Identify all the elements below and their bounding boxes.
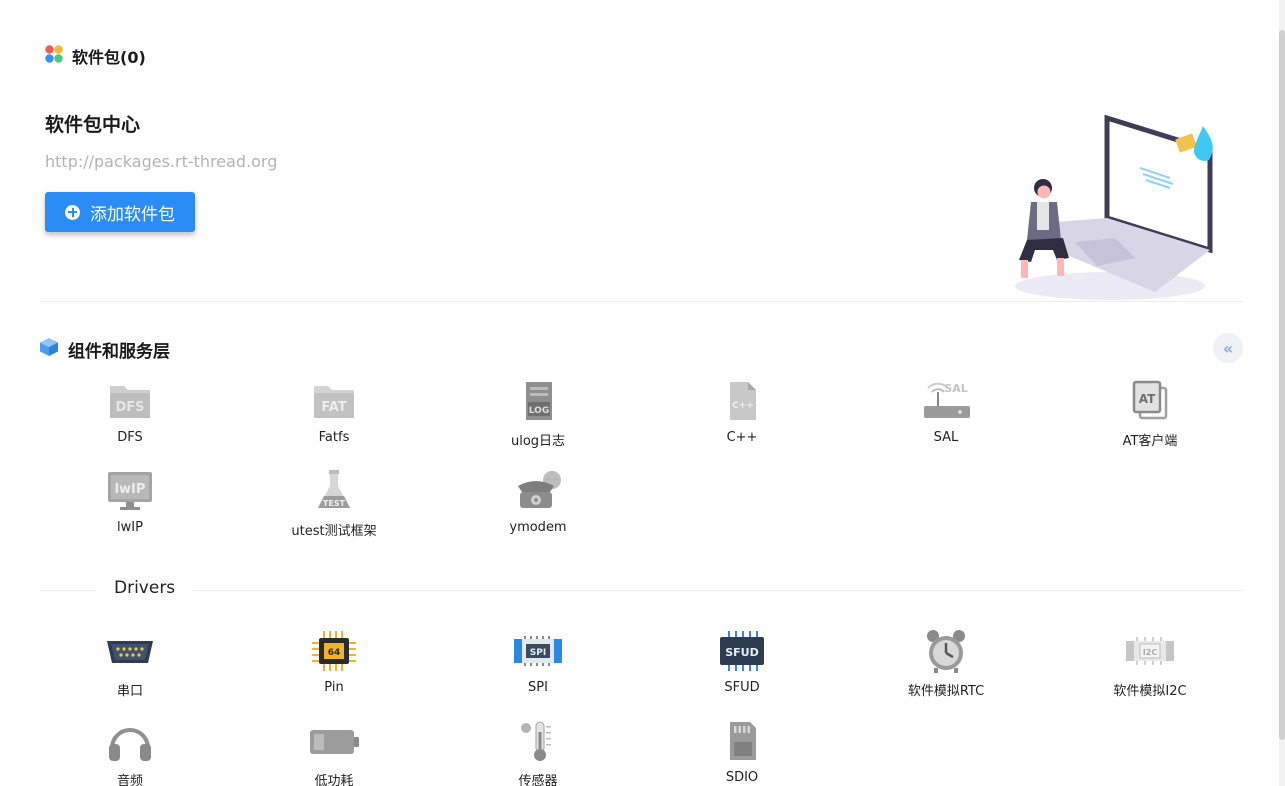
add-package-button[interactable]: 添加软件包 [45, 192, 195, 232]
svg-text:DFS: DFS [115, 400, 144, 415]
svg-text:LOG: LOG [529, 406, 549, 416]
driver-item-spi[interactable]: SPI SPI [436, 624, 640, 714]
driver-item-sdio[interactable]: SDIO [640, 714, 844, 786]
svg-text:SFUD: SFUD [725, 646, 759, 659]
cube-icon [38, 336, 60, 362]
component-item-label: DFS [117, 430, 143, 445]
scrollbar-thumb[interactable] [1279, 30, 1285, 740]
component-item-ymodem[interactable]: ymodem [436, 464, 640, 554]
section-divider [40, 301, 1243, 302]
component-item-sal[interactable]: SAL SAL [844, 374, 1048, 464]
sd-card-icon [714, 714, 770, 768]
package-center-title: 软件包中心 [45, 114, 141, 136]
component-item-fatfs[interactable]: FAT Fatfs [232, 374, 436, 464]
components-section-title: 组件和服务层 [68, 341, 170, 362]
log-document-icon: LOG [510, 374, 566, 428]
component-item-cpp[interactable]: C++ C++ [640, 374, 844, 464]
svg-text:SPI: SPI [530, 648, 546, 658]
alarm-clock-icon [918, 624, 974, 678]
laptop-person-illustration [1005, 110, 1225, 305]
svg-text:64: 64 [328, 648, 341, 658]
svg-text:FAT: FAT [321, 400, 346, 415]
scrollbar-track[interactable] [1279, 0, 1285, 786]
component-item-label: ymodem [509, 520, 567, 535]
package-header: 软件包(0) [44, 44, 146, 68]
dfs-folder-icon: DFS [102, 374, 158, 428]
driver-item-label: 软件模拟I2C [1113, 684, 1187, 699]
svg-text:I2C: I2C [1143, 648, 1158, 657]
cpp-file-icon: C++ [714, 374, 770, 428]
test-flask-icon: TEST [306, 464, 362, 518]
components-section-header: 组件和服务层 [38, 336, 170, 362]
component-item-label: ulog日志 [510, 434, 566, 449]
component-item-at-client[interactable]: AT AT客户端 [1048, 374, 1252, 464]
driver-item-label: 软件模拟RTC [907, 684, 985, 699]
svg-text:C++: C++ [732, 401, 754, 411]
driver-item-label: SDIO [725, 770, 759, 785]
component-item-dfs[interactable]: DFS DFS [28, 374, 232, 464]
component-item-label: Fatfs [318, 430, 350, 445]
driver-item-label: 音频 [116, 774, 143, 786]
battery-icon [306, 714, 362, 768]
driver-item-low-power[interactable]: 低功耗 [232, 714, 436, 786]
component-item-label: SAL [933, 430, 959, 445]
driver-item-sfud[interactable]: SFUD SFUD [640, 624, 844, 714]
chip-pin-icon: 64 [306, 624, 362, 678]
sfud-chip-icon: SFUD [714, 624, 770, 678]
driver-item-sensor[interactable]: 传感器 [436, 714, 640, 786]
component-item-label: C++ [726, 430, 758, 445]
serial-port-icon [102, 624, 158, 678]
component-item-label: utest测试框架 [291, 524, 377, 539]
i2c-chip-icon: I2C [1122, 624, 1178, 678]
component-item-ulog[interactable]: LOG ulog日志 [436, 374, 640, 464]
component-item-label: AT客户端 [1122, 434, 1178, 449]
driver-item-label: Pin [324, 680, 344, 695]
drivers-divider [40, 590, 1243, 591]
svg-text:AT: AT [1139, 392, 1156, 406]
component-item-label: lwIP [117, 520, 143, 535]
collapse-section-button[interactable]: « [1213, 333, 1243, 363]
add-package-label: 添加软件包 [90, 204, 175, 225]
sal-router-icon: SAL [918, 374, 974, 428]
driver-item-pin[interactable]: 64 Pin [232, 624, 436, 714]
driver-item-i2c[interactable]: I2C 软件模拟I2C [1048, 624, 1252, 714]
driver-item-audio[interactable]: 音频 [28, 714, 232, 786]
package-center-url[interactable]: http://packages.rt-thread.org [45, 152, 277, 171]
at-client-icon: AT [1122, 374, 1178, 428]
drivers-section-title: Drivers [96, 578, 194, 598]
component-item-utest[interactable]: TEST utest测试框架 [232, 464, 436, 554]
fat-folder-icon: FAT [306, 374, 362, 428]
package-grid-icon [44, 44, 64, 68]
lwip-monitor-icon: lwIP [102, 464, 158, 518]
headphones-icon [102, 714, 158, 768]
driver-item-serial[interactable]: 串口 [28, 624, 232, 714]
spi-chip-icon: SPI [510, 624, 566, 678]
driver-item-label: SPI [528, 680, 548, 695]
component-item-lwip[interactable]: lwIP lwIP [28, 464, 232, 554]
driver-item-label: 低功耗 [314, 774, 354, 786]
components-grid: DFS DFS FAT Fatfs LOG ulog日志 C++ C++ SAL… [28, 374, 1252, 554]
driver-item-rtc[interactable]: 软件模拟RTC [844, 624, 1048, 714]
svg-text:lwIP: lwIP [115, 482, 146, 497]
driver-item-label: 串口 [116, 684, 143, 699]
plus-circle-icon [65, 204, 80, 220]
drivers-grid: 串口 64 Pin SPI SPI SFUD SFUD 软件模拟RTC I2C … [28, 624, 1252, 786]
driver-item-label: 传感器 [518, 774, 558, 786]
package-header-title: 软件包(0) [72, 48, 146, 67]
svg-text:TEST: TEST [323, 499, 346, 508]
thermometer-icon [510, 714, 566, 768]
telephone-icon [510, 464, 566, 518]
svg-text:SAL: SAL [944, 382, 967, 395]
driver-item-label: SFUD [724, 680, 760, 695]
